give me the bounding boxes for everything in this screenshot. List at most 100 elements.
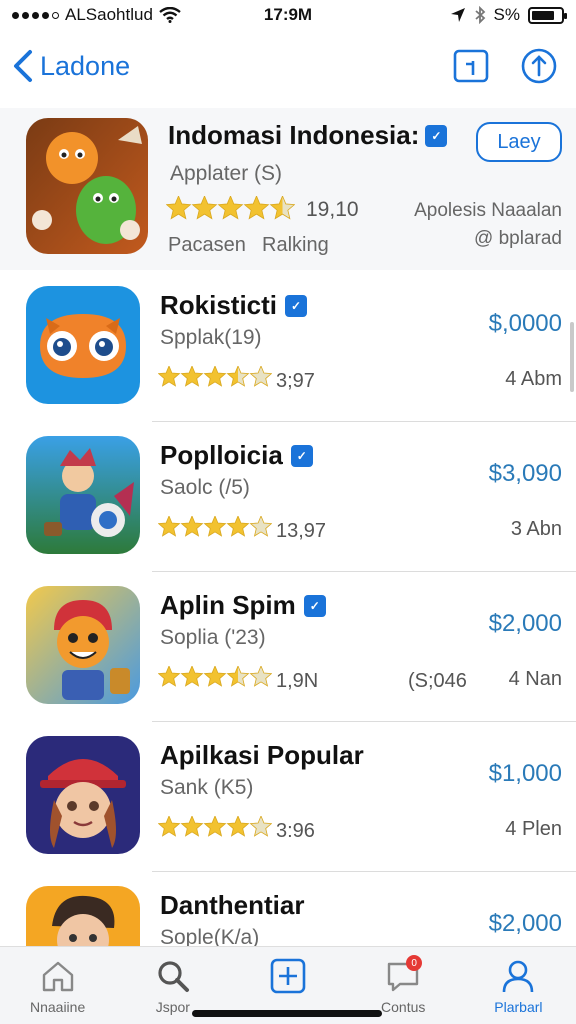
list-item[interactable]: Rokisticti ✓ Spplak(19) 3;97 $,0000 4 Abm bbox=[0, 272, 576, 422]
home-indicator[interactable] bbox=[192, 1010, 382, 1017]
app-name: Poplloicia ✓ bbox=[160, 440, 313, 471]
star-rating bbox=[157, 664, 273, 693]
app-subtitle: Sank (K5) bbox=[160, 776, 254, 799]
status-bar: ALSaohtlud 17:9M S% bbox=[0, 0, 576, 30]
verified-icon: ✓ bbox=[290, 444, 313, 467]
featured-meta-2: @ bplarad bbox=[474, 228, 562, 249]
rating-value: 3;97 bbox=[276, 370, 315, 392]
app-icon bbox=[26, 436, 140, 554]
rating-value: 13,97 bbox=[276, 520, 327, 542]
app-subtitle: Saolc (/5) bbox=[160, 476, 250, 499]
star-icon bbox=[191, 194, 218, 220]
list-item[interactable]: Poplloicia ✓ Saolc (/5) 13,97 $3,090 3 Ab… bbox=[0, 422, 576, 572]
search-icon bbox=[158, 961, 189, 992]
location-icon bbox=[450, 8, 465, 22]
home-icon bbox=[42, 961, 73, 992]
star-icon bbox=[157, 514, 181, 537]
app-price[interactable]: $1,000 bbox=[489, 760, 562, 788]
plus-icon bbox=[270, 958, 306, 994]
featured-app-subtitle: Applater (S) bbox=[170, 162, 283, 185]
chevron-left-icon bbox=[14, 50, 32, 82]
status-left: ALSaohtlud bbox=[12, 5, 450, 25]
star-rating bbox=[157, 514, 273, 543]
list-item[interactable]: Aplin Spim ✓ Soplia ('23) 1,9N (S;046 $2,… bbox=[0, 572, 576, 722]
carrier-name: ALSaohtlud bbox=[65, 5, 153, 24]
scrollbar[interactable] bbox=[570, 322, 574, 392]
app-icon bbox=[26, 286, 140, 404]
share-button[interactable] bbox=[520, 47, 558, 85]
bookmark-button[interactable] bbox=[452, 47, 490, 85]
star-icon bbox=[180, 664, 204, 687]
star-icon bbox=[243, 194, 270, 220]
app-icon bbox=[26, 586, 140, 704]
star-icon bbox=[269, 194, 296, 220]
tab-profile[interactable]: Plarbarl bbox=[461, 947, 576, 1024]
star-icon bbox=[226, 814, 250, 837]
wifi-icon bbox=[159, 7, 181, 23]
app-name: Apilkasi Popular bbox=[160, 740, 364, 770]
back-label: Ladone bbox=[40, 50, 131, 81]
star-icon bbox=[226, 364, 250, 387]
tab-home[interactable]: Nnaaiine bbox=[0, 947, 115, 1024]
app-icon bbox=[26, 736, 140, 854]
app-name: Danthentiar bbox=[160, 890, 305, 920]
featured-rating-value: 19,10 bbox=[306, 198, 359, 221]
star-icon bbox=[165, 194, 192, 220]
signal-icon bbox=[12, 11, 59, 19]
star-icon bbox=[203, 814, 227, 837]
star-icon bbox=[157, 364, 181, 387]
verified-icon: ✓ bbox=[425, 124, 448, 147]
featured-tag-2[interactable]: Ralking bbox=[262, 234, 329, 257]
app-count: 4 Plen bbox=[505, 818, 562, 840]
star-icon bbox=[217, 194, 244, 220]
app-subtitle: Spplak(19) bbox=[160, 326, 262, 349]
navigation-bar: Ladone bbox=[0, 36, 576, 96]
star-icon bbox=[203, 514, 227, 537]
featured-app-card[interactable]: Indomasi Indonesia: ✓ Applater (S) 19,10… bbox=[0, 108, 576, 270]
featured-tag-1[interactable]: Pacasen bbox=[168, 234, 246, 257]
rating-value: 1,9N bbox=[276, 670, 319, 692]
star-rating bbox=[157, 814, 273, 843]
featured-star-rating bbox=[165, 194, 296, 226]
featured-meta-1: Apolesis Naaalan bbox=[414, 200, 562, 221]
rating-value: 3:96 bbox=[276, 820, 315, 842]
battery-percent: S% bbox=[493, 5, 520, 24]
app-count: 3 Abn bbox=[510, 518, 562, 540]
star-rating bbox=[157, 364, 273, 393]
star-icon bbox=[180, 364, 204, 387]
app-count: 4 Abm bbox=[505, 368, 562, 390]
bluetooth-icon bbox=[474, 6, 485, 24]
star-icon bbox=[249, 664, 273, 687]
verified-icon: ✓ bbox=[303, 594, 326, 617]
nav-actions bbox=[452, 47, 558, 85]
star-icon bbox=[157, 664, 181, 687]
extra-value: (S;046 bbox=[408, 670, 467, 692]
star-icon bbox=[249, 814, 273, 837]
app-name: Aplin Spim ✓ bbox=[160, 590, 326, 621]
verified-icon: ✓ bbox=[285, 294, 308, 317]
star-icon bbox=[226, 514, 250, 537]
status-right: S% bbox=[450, 5, 567, 25]
app-price[interactable]: $2,000 bbox=[489, 910, 562, 938]
app-price[interactable]: $,0000 bbox=[489, 310, 562, 338]
get-button[interactable]: Laey bbox=[476, 122, 562, 162]
star-icon bbox=[249, 514, 273, 537]
featured-app-title: Indomasi Indonesia: ✓ bbox=[168, 120, 448, 151]
star-icon bbox=[180, 514, 204, 537]
app-count: 4 Nan bbox=[508, 668, 562, 690]
back-button[interactable]: Ladone bbox=[12, 49, 130, 83]
app-price[interactable]: $2,000 bbox=[489, 610, 562, 638]
star-icon bbox=[226, 664, 250, 687]
battery-icon bbox=[528, 6, 567, 24]
star-icon bbox=[249, 364, 273, 387]
star-icon bbox=[180, 814, 204, 837]
star-icon bbox=[157, 814, 181, 837]
featured-app-icon bbox=[26, 118, 148, 254]
app-name: Rokisticti ✓ bbox=[160, 290, 308, 321]
star-icon bbox=[203, 364, 227, 387]
app-list: Rokisticti ✓ Spplak(19) 3;97 $,0000 4 Abm… bbox=[0, 272, 576, 1022]
app-price[interactable]: $3,090 bbox=[489, 460, 562, 488]
star-icon bbox=[203, 664, 227, 687]
list-item[interactable]: Apilkasi Popular Sank (K5) 3:96 $1,000 4… bbox=[0, 722, 576, 872]
app-subtitle: Soplia ('23) bbox=[160, 626, 266, 649]
